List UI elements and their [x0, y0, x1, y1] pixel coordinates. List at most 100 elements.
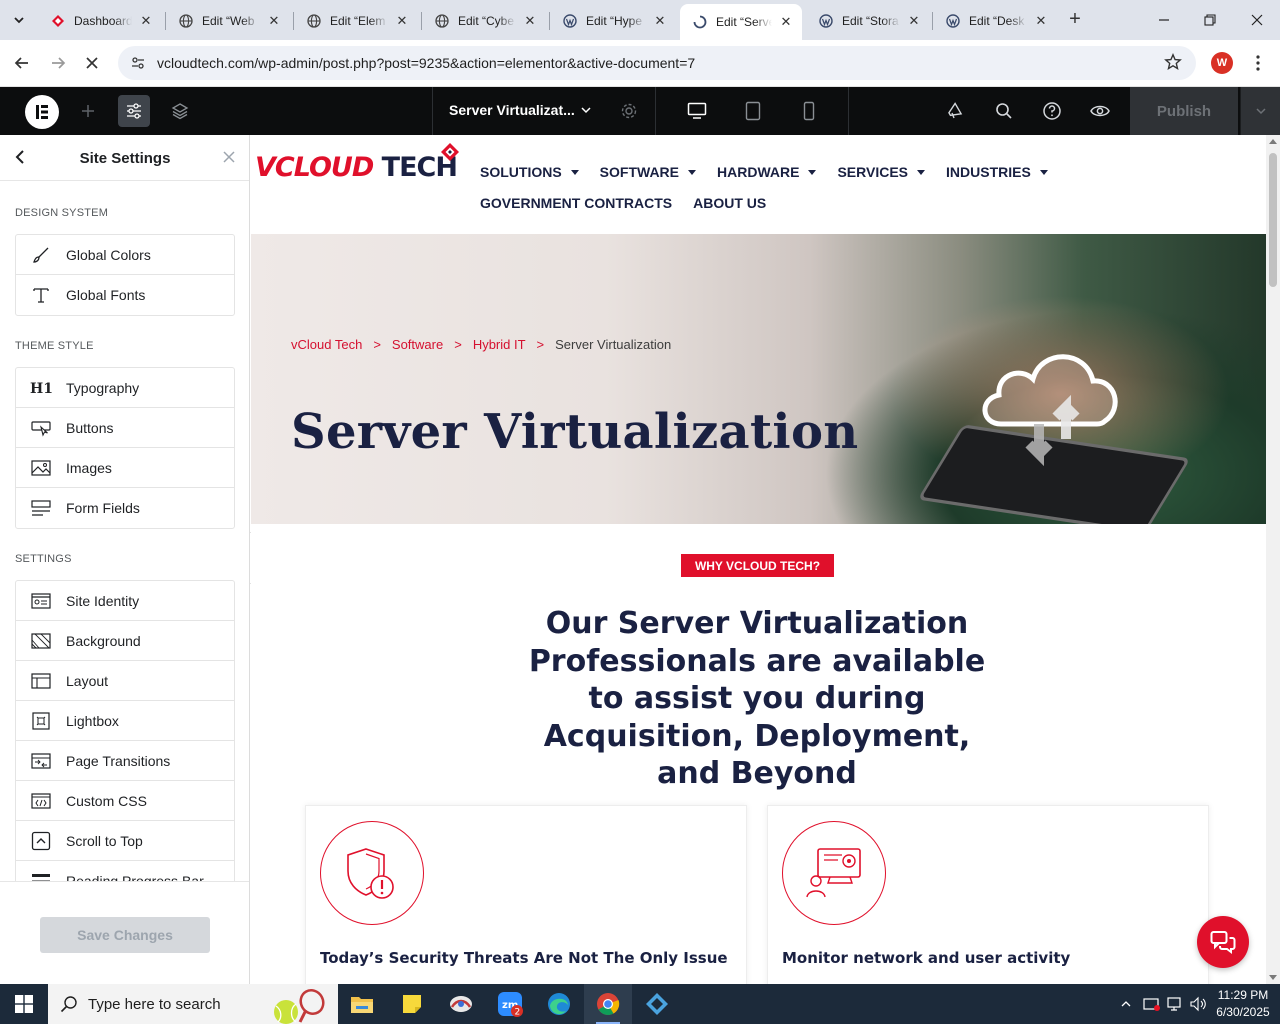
- sticky-notes-icon[interactable]: [388, 984, 436, 1024]
- close-tab-icon[interactable]: ✕: [906, 13, 922, 29]
- edge-browser-icon[interactable]: [535, 984, 583, 1024]
- close-tab-icon[interactable]: ✕: [778, 14, 794, 30]
- menu-item-background[interactable]: Background: [16, 621, 234, 661]
- add-element-icon[interactable]: [72, 95, 104, 127]
- menu-item-buttons[interactable]: Buttons: [16, 408, 234, 448]
- nav-item-government-contracts[interactable]: GOVERNMENT CONTRACTS: [480, 195, 672, 211]
- menu-item-images[interactable]: Images: [16, 448, 234, 488]
- menu-item-custom-css[interactable]: Custom CSS: [16, 781, 234, 821]
- browser-menu-icon[interactable]: [1250, 52, 1266, 74]
- scrollbar-thumb[interactable]: [1269, 153, 1277, 287]
- site-settings-icon[interactable]: [118, 95, 150, 127]
- browser-tab[interactable]: Dashboard ✕: [38, 6, 162, 36]
- notifications-megaphone-icon[interactable]: [932, 87, 980, 135]
- url-field[interactable]: vcloudtech.com/wp-admin/post.php?post=92…: [118, 46, 1196, 80]
- publish-button[interactable]: Publish: [1130, 87, 1238, 135]
- menu-item-global-fonts[interactable]: Global Fonts: [16, 275, 234, 315]
- document-settings[interactable]: Server Virtualizat...: [432, 87, 656, 135]
- browser-tab[interactable]: Edit “Desk ✕: [933, 6, 1057, 36]
- preview-eye-icon[interactable]: [1076, 87, 1124, 135]
- stop-loading-icon[interactable]: [81, 52, 103, 74]
- feature-card: Today’s Security Threats Are Not The Onl…: [305, 805, 747, 984]
- nav-item-about-us[interactable]: ABOUT US: [693, 195, 766, 211]
- chat-widget-button[interactable]: [1197, 916, 1249, 968]
- browser-tab[interactable]: Edit “Web ✕: [166, 6, 290, 36]
- file-explorer-icon[interactable]: [338, 984, 386, 1024]
- wordpress-icon: [945, 13, 961, 29]
- loading-icon: [692, 14, 708, 30]
- breadcrumb-link[interactable]: Software: [392, 337, 443, 352]
- close-tab-icon[interactable]: ✕: [394, 13, 410, 29]
- zoom-app-icon[interactable]: zm 2: [486, 984, 534, 1024]
- battery-security-icon[interactable]: [1140, 984, 1164, 1024]
- canvas-scrollbar[interactable]: [1266, 135, 1280, 984]
- tab-label: Edit “Serve: [716, 15, 772, 29]
- windows-start-icon[interactable]: [0, 984, 48, 1024]
- site-logo[interactable]: VCLOUD TECH: [255, 143, 459, 187]
- nav-label: SERVICES: [837, 164, 909, 180]
- scroll-up-arrow-icon[interactable]: [1269, 139, 1277, 144]
- menu-item-scroll-to-top[interactable]: Scroll to Top: [16, 821, 234, 861]
- nav-item-software[interactable]: SOFTWARE: [600, 164, 697, 180]
- menu-item-form-fields[interactable]: Form Fields: [16, 488, 234, 528]
- gear-icon[interactable]: [619, 101, 639, 126]
- breadcrumb-separator: >: [454, 337, 462, 352]
- breadcrumb-link[interactable]: Hybrid IT: [473, 337, 526, 352]
- chevron-down-icon[interactable]: [579, 103, 593, 122]
- close-window-icon[interactable]: [1245, 8, 1269, 32]
- browser-tab[interactable]: Edit “Stora ✕: [806, 6, 930, 36]
- menu-item-lightbox[interactable]: Lightbox: [16, 701, 234, 741]
- bookmark-star-icon[interactable]: [1164, 53, 1182, 76]
- help-icon[interactable]: [1028, 87, 1076, 135]
- why-badge: WHY VCLOUD TECH?: [681, 554, 834, 577]
- browser-tab[interactable]: Edit “Hype ✕: [550, 6, 676, 36]
- profile-avatar[interactable]: W: [1211, 52, 1233, 74]
- volume-icon[interactable]: [1187, 984, 1209, 1024]
- desktop-view-icon[interactable]: [669, 87, 725, 135]
- close-tab-icon[interactable]: ✕: [522, 13, 538, 29]
- close-tab-icon[interactable]: ✕: [1033, 13, 1049, 29]
- tablet-view-icon[interactable]: [725, 87, 781, 135]
- nav-item-industries[interactable]: INDUSTRIES: [946, 164, 1048, 180]
- taskbar-search-field[interactable]: Type here to search: [48, 984, 338, 1024]
- snipping-tool-icon[interactable]: [437, 984, 485, 1024]
- nav-item-services[interactable]: SERVICES: [837, 164, 926, 180]
- nav-item-hardware[interactable]: HARDWARE: [717, 164, 817, 180]
- system-clock[interactable]: 11:29 PM 6/30/2025: [1210, 987, 1276, 1021]
- browser-tab-active[interactable]: Edit “Serve ✕: [680, 4, 802, 40]
- chrome-browser-icon[interactable]: [584, 984, 632, 1024]
- scroll-down-arrow-icon[interactable]: [1269, 975, 1277, 980]
- forward-arrow-icon[interactable]: [47, 52, 69, 74]
- mobile-view-icon[interactable]: [781, 87, 837, 135]
- tab-search-button[interactable]: [8, 9, 30, 31]
- structure-layers-icon[interactable]: [164, 95, 196, 127]
- back-arrow-icon[interactable]: [11, 52, 33, 74]
- menu-item-page-transitions[interactable]: Page Transitions: [16, 741, 234, 781]
- nav-item-solutions[interactable]: SOLUTIONS: [480, 164, 579, 180]
- restore-icon[interactable]: [1198, 8, 1222, 32]
- new-tab-button[interactable]: +: [1064, 9, 1086, 31]
- save-changes-button[interactable]: Save Changes: [40, 917, 210, 953]
- app-diamond-icon[interactable]: [633, 984, 681, 1024]
- close-icon[interactable]: [222, 150, 236, 169]
- site-info-icon[interactable]: [130, 55, 146, 76]
- menu-item-layout[interactable]: Layout: [16, 661, 234, 701]
- close-tab-icon[interactable]: ✕: [266, 13, 282, 29]
- menu-item-typography[interactable]: H1 Typography: [16, 368, 234, 408]
- menu-item-site-identity[interactable]: Site Identity: [16, 581, 234, 621]
- menu-item-global-colors[interactable]: Global Colors: [16, 235, 234, 275]
- breadcrumb-link[interactable]: vCloud Tech: [291, 337, 362, 352]
- tray-chevron-up-icon[interactable]: [1116, 984, 1136, 1024]
- close-tab-icon[interactable]: ✕: [652, 13, 668, 29]
- browser-tab[interactable]: Edit “Elem ✕: [294, 6, 418, 36]
- tennis-ball-icon: [274, 988, 325, 1024]
- elementor-logo-icon[interactable]: [25, 95, 59, 129]
- search-icon[interactable]: [980, 87, 1028, 135]
- close-tab-icon[interactable]: ✕: [138, 13, 154, 29]
- theme-style-group: H1 Typography Buttons Images Form Fields: [15, 367, 235, 529]
- layout-icon: [16, 672, 66, 690]
- network-icon[interactable]: [1164, 984, 1186, 1024]
- chevron-down-icon[interactable]: [1240, 87, 1280, 135]
- browser-tab[interactable]: Edit “Cybe ✕: [422, 6, 546, 36]
- minimize-icon[interactable]: [1152, 8, 1176, 32]
